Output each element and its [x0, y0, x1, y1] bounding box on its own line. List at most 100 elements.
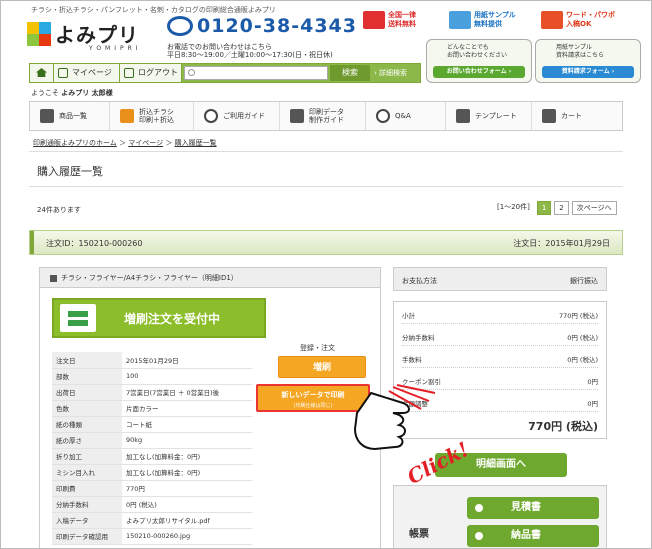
reprint-banner: 増刷注文を受付中	[52, 298, 266, 338]
summary-key: 小計	[402, 312, 415, 320]
spec-row: 印刷データ確認用 150210-000260.jpg	[52, 528, 252, 545]
cart-icon	[542, 109, 556, 123]
banner-text: 増刷注文を受付中	[124, 312, 221, 326]
mypage-label: マイページ	[72, 68, 112, 77]
mypage-button[interactable]: マイページ	[54, 64, 120, 82]
reprint-button[interactable]: 増刷	[278, 356, 366, 378]
user-navbar: マイページ ログアウト 検索 › 詳細検索	[29, 63, 421, 83]
menu-products[interactable]: 商品一覧	[30, 102, 110, 130]
spec-row: 紙の厚さ 90kg	[52, 432, 252, 449]
welcome-prefix: ようこそ	[31, 89, 59, 97]
spec-key: 色数	[52, 400, 122, 417]
spec-value: 加工なし(加算料金：0円)	[122, 464, 252, 481]
page-1[interactable]: 1	[536, 201, 552, 215]
arrow-circle-icon	[475, 532, 483, 540]
accent-bar	[30, 231, 34, 254]
payment-value: 銀行振込	[570, 277, 598, 285]
spec-row: ミシン目入れ 加工なし(加算料金：0円)	[52, 464, 252, 481]
spec-key: 折り加工	[52, 448, 122, 465]
site-tagline: チラシ・折込チラシ・パンフレット・名刺・カタログの印刷総合通販よみプリ	[31, 6, 276, 14]
page-2[interactable]: 2	[554, 201, 569, 215]
page-frame: チラシ・折込チラシ・パンフレット・名刺・カタログの印刷総合通販よみプリ よみプリ…	[0, 0, 652, 549]
menu-data-guide[interactable]: 印刷データ 制作ガイド	[280, 102, 366, 130]
spec-value: 2015年01月29日	[122, 352, 252, 369]
logout-icon	[124, 68, 134, 78]
promo-text: どんなことでも	[447, 44, 489, 51]
truck-icon	[363, 11, 385, 29]
spec-key: 紙の厚さ	[52, 432, 122, 449]
spec-value: 片面カラー	[122, 400, 252, 417]
breadcrumb-home-link[interactable]: 印刷通販よみプリのホーム	[33, 139, 117, 147]
pagination: [1〜20件] 1 2 次ページへ	[493, 201, 617, 215]
estimate-button[interactable]: 見積書	[467, 497, 599, 519]
badge-line: 送料無料	[388, 20, 416, 28]
search-icon	[188, 69, 195, 76]
spec-row: 紙の種類 コート紙	[52, 416, 252, 433]
office-file-badge[interactable]: ワード・パワポ 入稿OK	[541, 11, 615, 29]
breadcrumb-current: 購入履歴一覧	[174, 139, 217, 147]
menu-label: 折込チラシ 印刷＋折込	[139, 108, 174, 124]
spec-key: 紙の種類	[52, 416, 122, 433]
spec-key: 印刷データ確認用	[52, 528, 122, 545]
spec-value: よみプリ太郎リサイタル.pdf	[122, 512, 252, 529]
word-powerpoint-icon	[541, 11, 563, 29]
spec-key: 入稿データ	[52, 512, 122, 529]
sample-request-promo: 用紙サンプル 資料請求はこちら 資料請求フォーム ›	[535, 39, 641, 83]
menu-guide[interactable]: ご利用ガイド	[194, 102, 280, 130]
spec-row: 分納手数料 0円 (税込)	[52, 496, 252, 513]
estimate-label: 見積書	[511, 502, 541, 513]
delivery-slip-button[interactable]: 納品書	[467, 525, 599, 547]
page-title: 購入履歴一覧	[37, 165, 103, 178]
product-header: チラシ・フライヤー/A4チラシ・フライヤー（明細ID1）	[40, 268, 380, 288]
search-button[interactable]: 検索	[330, 65, 370, 81]
free-dial-icon	[167, 16, 193, 36]
global-menu: 商品一覧 折込チラシ 印刷＋折込 ご利用ガイド 印刷データ 制作ガイド Q&A …	[29, 101, 623, 131]
refresh-arrows-icon	[60, 304, 96, 332]
badge-line: 無料提供	[474, 20, 502, 28]
summary-value: 0円 (税込)	[567, 334, 598, 342]
menu-qa[interactable]: Q&A	[366, 102, 446, 130]
spec-row: 折り加工 加工なし(加算料金：0円)	[52, 448, 252, 465]
summary-row: 手数料 0円 (税込)	[402, 348, 598, 368]
menu-label: 商品一覧	[59, 112, 87, 120]
free-shipping-badge[interactable]: 全国一律 送料無料	[363, 11, 416, 29]
delivery-icon	[120, 109, 134, 123]
home-button[interactable]	[30, 64, 54, 82]
search-input[interactable]	[184, 66, 328, 80]
logo-text: よみプリ	[55, 23, 139, 47]
spec-row: 印刷費 770円	[52, 480, 252, 497]
phone-number[interactable]: 0120-38-4343	[197, 15, 357, 37]
document-icon	[290, 109, 304, 123]
summary-value: 0円	[587, 400, 598, 408]
spec-key: 分納手数料	[52, 496, 122, 513]
menu-flyer-insert[interactable]: 折込チラシ 印刷＋折込	[110, 102, 194, 130]
spec-row: 出荷日 7営業日(7営業日 ＋ 0営業日)後	[52, 384, 252, 401]
order-header: 注文ID：150210-000260 注文日：2015年01月29日	[29, 230, 623, 255]
breadcrumb-mypage-link[interactable]: マイページ	[128, 139, 163, 147]
badge-line: ワード・パワポ	[566, 11, 615, 19]
spec-row: 部数 100	[52, 368, 252, 385]
menu-template[interactable]: テンプレート	[446, 102, 532, 130]
spec-value: 90kg	[122, 432, 252, 449]
box-icon	[40, 109, 54, 123]
info-icon	[204, 109, 218, 123]
promo-text: 用紙サンプル	[556, 44, 592, 51]
welcome-message: ようこそ よみプリ 太郎様	[31, 88, 113, 98]
contact-form-button[interactable]: お問い合わせフォーム ›	[433, 66, 525, 78]
next-page-link[interactable]: 次ページへ	[571, 201, 617, 215]
site-logo[interactable]: よみプリ	[27, 19, 139, 48]
register-order-label: 登録・注文	[300, 344, 335, 352]
arrow-circle-icon	[475, 504, 483, 512]
advanced-search-link[interactable]: › 詳細検索	[374, 64, 407, 82]
logout-button[interactable]: ログアウト	[120, 64, 182, 82]
menu-cart[interactable]: カート	[532, 102, 622, 130]
paper-sample-badge[interactable]: 用紙サンプル 無料提供	[449, 11, 516, 29]
breadcrumb: 印刷通販よみプリのホーム ＞ マイページ ＞ 購入履歴一覧	[33, 139, 217, 147]
badge-line: 全国一律	[388, 11, 416, 19]
sample-request-button[interactable]: 資料請求フォーム ›	[542, 66, 634, 78]
payment-method: お支払方法 銀行振込	[393, 267, 607, 291]
delivery-label: 納品書	[511, 530, 541, 541]
spec-value: 770円	[122, 480, 252, 497]
payment-label: お支払方法	[402, 277, 437, 285]
user-name: よみプリ 太郎様	[61, 89, 113, 97]
